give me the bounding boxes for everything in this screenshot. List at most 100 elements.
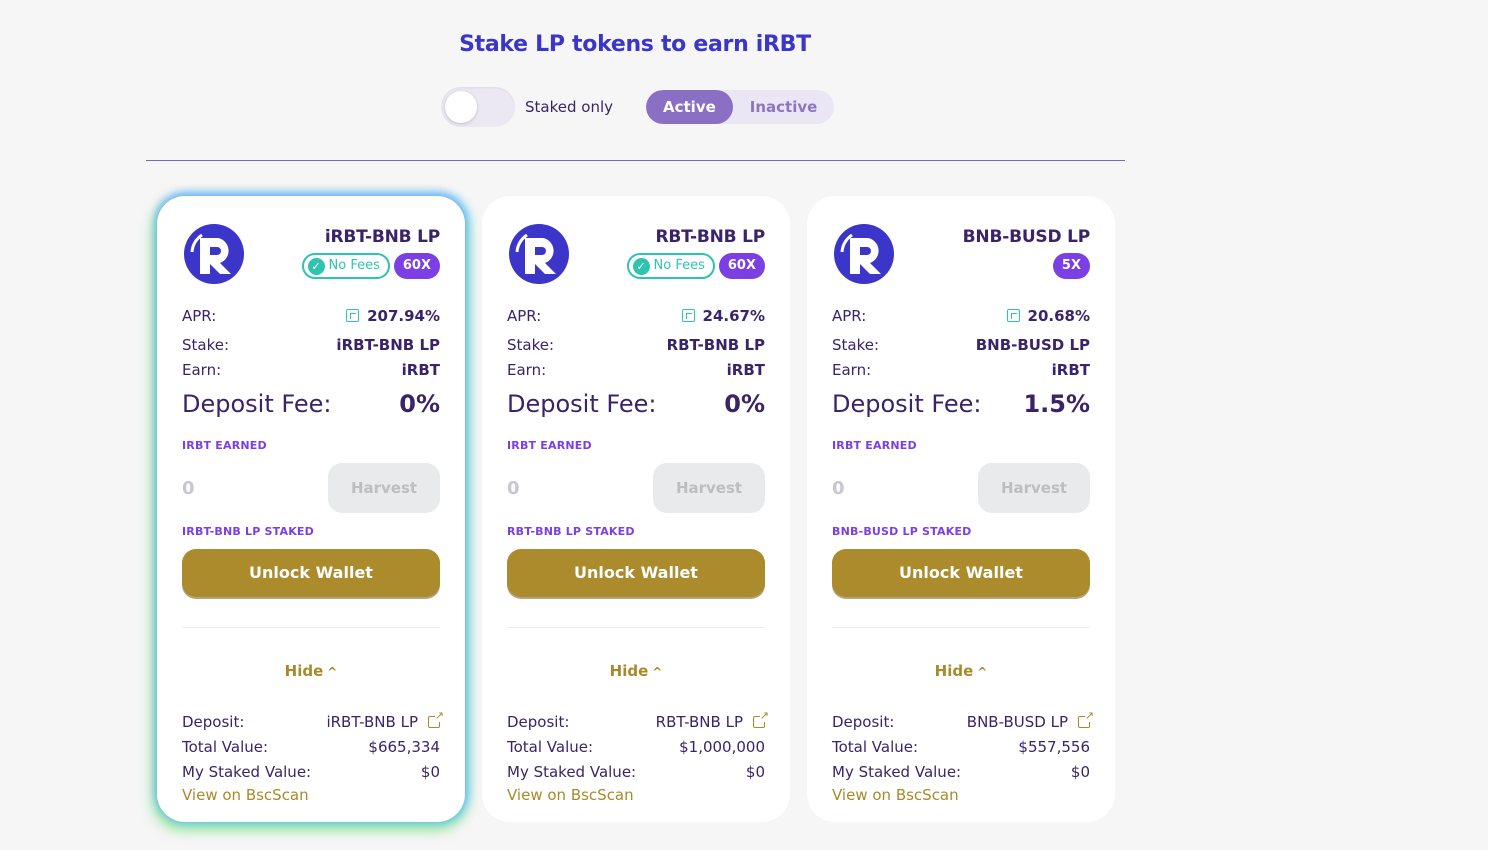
- multiplier-badge: 60X: [393, 253, 440, 279]
- external-link-icon[interactable]: [428, 710, 444, 728]
- earned-row: 0 Harvest: [182, 463, 440, 513]
- earned-label: IRBT EARNED: [832, 439, 1090, 453]
- deposit-link[interactable]: RBT-BNB LP: [655, 710, 769, 731]
- deposit-fee-label: Deposit Fee:: [182, 390, 332, 418]
- stake-value: iRBT-BNB LP: [336, 336, 440, 354]
- view-on-bscscan-link[interactable]: View on BscScan: [507, 786, 765, 808]
- pair-title: RBT-BNB LP: [655, 227, 765, 247]
- farm-card: BNB-BUSD LP 5X APR: 20.68% Stake: BNB-BU…: [807, 196, 1115, 822]
- deposit-label: Deposit:: [507, 713, 570, 731]
- view-on-bscscan-link[interactable]: View on BscScan: [832, 786, 1090, 808]
- farm-card: iRBT-BNB LP ✓ No Fees 60X APR: 207.94% S…: [157, 196, 465, 822]
- apr-number: 207.94%: [367, 307, 440, 325]
- stake-row: Stake: BNB-BUSD LP: [832, 334, 1090, 356]
- deposit-link[interactable]: BNB-BUSD LP: [967, 710, 1094, 731]
- total-value-label: Total Value:: [507, 738, 594, 756]
- hide-details-button[interactable]: Hide ^: [507, 662, 765, 682]
- earned-suffix: EARNED: [215, 439, 267, 452]
- earn-label: Earn:: [507, 361, 547, 379]
- my-staked-value-row: My Staked Value: $0: [507, 761, 765, 783]
- earn-label: Earn:: [832, 361, 872, 379]
- staked-suffix: STAKED: [264, 525, 314, 538]
- unlock-wallet-button[interactable]: Unlock Wallet: [182, 549, 440, 597]
- my-staked-value-label: My Staked Value:: [182, 763, 312, 781]
- badges: ✓ No Fees 60X: [626, 253, 765, 279]
- stake-label: Stake:: [832, 336, 880, 354]
- total-value-row: Total Value: $557,556: [832, 736, 1090, 758]
- apr-value: 20.68%: [1006, 307, 1090, 325]
- deposit-fee-row: Deposit Fee: 1.5%: [832, 387, 1090, 421]
- hide-label: Hide: [609, 662, 649, 680]
- tab-inactive[interactable]: Inactive: [733, 90, 835, 124]
- staked-only-toggle[interactable]: [441, 87, 515, 127]
- deposit-fee-row: Deposit Fee: 0%: [507, 387, 765, 421]
- check-icon: ✓: [632, 257, 650, 275]
- apr-label: APR:: [182, 307, 217, 325]
- total-value-row: Total Value: $665,334: [182, 736, 440, 758]
- staked-token: BNB-BUSD LP: [832, 525, 919, 538]
- my-staked-value: $0: [745, 763, 765, 781]
- stake-row: Stake: RBT-BNB LP: [507, 334, 765, 356]
- card-divider: [507, 627, 765, 628]
- earned-amount: 0: [182, 477, 195, 499]
- deposit-fee-label: Deposit Fee:: [832, 390, 982, 418]
- earn-row: Earn: iRBT: [507, 359, 765, 381]
- card-header: BNB-BUSD LP 5X: [832, 196, 1090, 286]
- earned-row: 0 Harvest: [507, 463, 765, 513]
- unlock-wallet-button[interactable]: Unlock Wallet: [832, 549, 1090, 597]
- deposit-label: Deposit:: [832, 713, 895, 731]
- earned-token: IRBT: [832, 439, 862, 452]
- hide-details-button[interactable]: Hide ^: [182, 662, 440, 682]
- page-title: Stake LP tokens to earn iRBT: [459, 32, 811, 57]
- staked-label: BNB-BUSD LP STAKED: [832, 525, 1090, 539]
- calculator-icon[interactable]: [1006, 309, 1020, 322]
- my-staked-value-label: My Staked Value:: [507, 763, 637, 781]
- total-value-row: Total Value: $1,000,000: [507, 736, 765, 758]
- staked-token: RBT-BNB LP: [507, 525, 582, 538]
- harvest-button[interactable]: Harvest: [328, 463, 440, 513]
- deposit-value: iRBT-BNB LP: [326, 713, 418, 731]
- card-divider: [832, 627, 1090, 628]
- earn-row: Earn: iRBT: [182, 359, 440, 381]
- staked-label: IRBT-BNB LP STAKED: [182, 525, 440, 539]
- no-fees-badge: ✓ No Fees: [301, 253, 390, 279]
- deposit-value: RBT-BNB LP: [655, 713, 743, 731]
- check-icon: ✓: [307, 257, 325, 275]
- staked-token: IRBT-BNB LP: [182, 525, 261, 538]
- earn-value: iRBT: [726, 361, 765, 379]
- pair-title: BNB-BUSD LP: [962, 227, 1091, 247]
- apr-value: 24.67%: [681, 307, 765, 325]
- apr-label: APR:: [832, 307, 867, 325]
- stake-label: Stake:: [507, 336, 555, 354]
- calculator-icon[interactable]: [681, 309, 695, 322]
- earned-row: 0 Harvest: [832, 463, 1090, 513]
- deposit-link[interactable]: iRBT-BNB LP: [326, 710, 444, 731]
- external-link-icon[interactable]: [1078, 710, 1094, 728]
- view-on-bscscan-link[interactable]: View on BscScan: [182, 786, 440, 808]
- stake-value: BNB-BUSD LP: [975, 336, 1090, 354]
- earned-token: IRBT: [182, 439, 212, 452]
- card-header: iRBT-BNB LP ✓ No Fees 60X: [182, 196, 440, 286]
- harvest-button[interactable]: Harvest: [978, 463, 1090, 513]
- apr-number: 24.67%: [702, 307, 765, 325]
- calculator-icon[interactable]: [346, 309, 360, 322]
- apr-number: 20.68%: [1027, 307, 1090, 325]
- active-inactive-switch: Active Inactive: [646, 90, 835, 124]
- section-divider: [146, 160, 1125, 161]
- harvest-button[interactable]: Harvest: [653, 463, 765, 513]
- no-fees-badge: ✓ No Fees: [626, 253, 715, 279]
- hide-details-button[interactable]: Hide ^: [832, 662, 1090, 682]
- no-fees-label: No Fees: [328, 258, 380, 273]
- my-staked-value-label: My Staked Value:: [832, 763, 962, 781]
- earned-label: IRBT EARNED: [507, 439, 765, 453]
- deposit-fee-value: 0%: [399, 390, 440, 418]
- external-link-icon[interactable]: [753, 710, 769, 728]
- token-logo-icon: [509, 224, 569, 284]
- earned-amount: 0: [507, 477, 520, 499]
- earn-value: iRBT: [1051, 361, 1090, 379]
- stake-label: Stake:: [182, 336, 230, 354]
- deposit-label: Deposit:: [182, 713, 245, 731]
- staked-only-label: Staked only: [525, 98, 613, 116]
- unlock-wallet-button[interactable]: Unlock Wallet: [507, 549, 765, 597]
- tab-active[interactable]: Active: [646, 90, 733, 124]
